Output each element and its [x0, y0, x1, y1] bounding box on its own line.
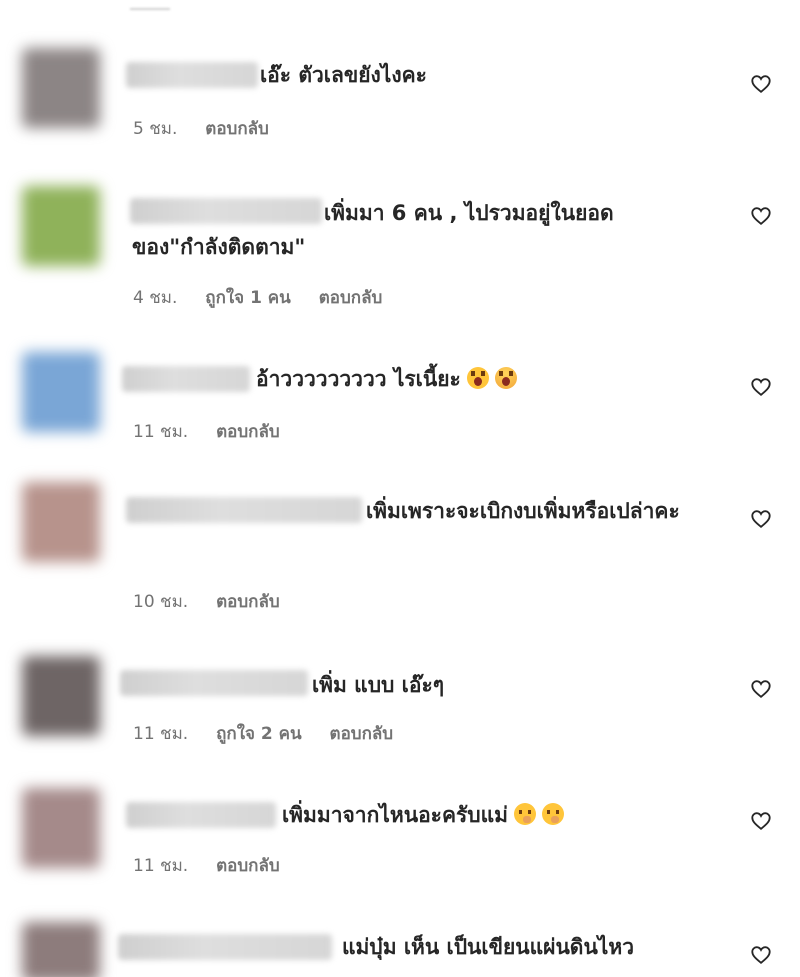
comment-text: แม่บุ๋ม เห็น เป็นเขียนแผ่นดินไหว — [342, 935, 634, 959]
comment-item: แม่บุ๋ม เห็น เป็นเขียนแผ่นดินไหว — [0, 0, 800, 977]
heart-outline-icon[interactable] — [750, 944, 772, 966]
avatar[interactable] — [22, 922, 100, 977]
